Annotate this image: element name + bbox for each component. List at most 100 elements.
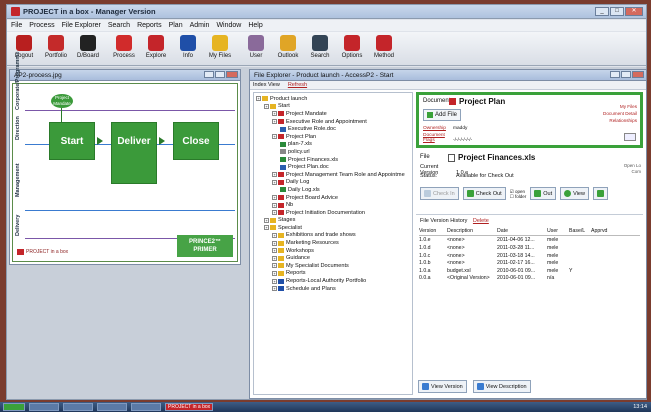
expand-toggle-icon[interactable]: +: [272, 195, 277, 201]
tree-node[interactable]: policy.url: [256, 148, 410, 156]
toolbar-method-button[interactable]: Method: [371, 35, 397, 59]
tree-node[interactable]: plan-7.xls: [256, 141, 410, 149]
maximize-button[interactable]: □: [610, 7, 624, 16]
minimize-button[interactable]: _: [595, 7, 609, 16]
table-row[interactable]: 1.0.e <none> 2011-04-06 12... mele: [419, 237, 640, 245]
toolbar-portfolio-button[interactable]: Portfolio: [43, 35, 69, 59]
tree-node[interactable]: Executive Role.doc: [256, 125, 410, 133]
taskbar-item[interactable]: [29, 403, 59, 411]
toolbar-info-button[interactable]: Info: [175, 35, 201, 59]
start-button[interactable]: [3, 403, 25, 411]
document-detail-link[interactable]: Document Detail: [603, 110, 637, 117]
close-button[interactable]: ✕: [625, 7, 643, 16]
expand-toggle-icon[interactable]: +: [272, 202, 277, 208]
check-out-button[interactable]: Check Out: [462, 187, 506, 200]
start-step[interactable]: Start: [49, 122, 95, 160]
expand-toggle-icon[interactable]: +: [272, 210, 277, 216]
menu-admin[interactable]: Admin: [190, 22, 210, 29]
tree-node[interactable]: + Daily Log: [256, 179, 410, 187]
toolbar-outlook-button[interactable]: Outlook: [275, 35, 301, 59]
taskbar-item[interactable]: [63, 403, 93, 411]
taskbar-item[interactable]: [97, 403, 127, 411]
taskbar-item[interactable]: [131, 403, 161, 411]
document-action-button[interactable]: [624, 133, 636, 141]
explorer-close-button[interactable]: [632, 71, 644, 78]
process-minimize-button[interactable]: [204, 71, 214, 78]
column-header[interactable]: Apprvd: [591, 228, 613, 234]
column-header[interactable]: Date: [497, 228, 547, 234]
table-row[interactable]: 0.0.a <Original Version> 2010-06-01 09... n…: [419, 275, 640, 283]
explorer-minimize-button[interactable]: [610, 71, 620, 78]
table-row[interactable]: 1.0.d <none> 2011-03-28 11... mele: [419, 244, 640, 252]
tree-node[interactable]: + Nb: [256, 201, 410, 209]
process-close-button[interactable]: [226, 71, 238, 78]
tree-node[interactable]: Project Finances.xls: [256, 156, 410, 164]
tree-node[interactable]: + Schedule and Plans: [256, 285, 410, 293]
menu-search[interactable]: Search: [108, 22, 130, 29]
expand-toggle-icon[interactable]: +: [256, 96, 261, 102]
tree-node[interactable]: + Executive Role and Appointment: [256, 118, 410, 126]
tree-node[interactable]: + Workshops: [256, 247, 410, 255]
view-version-button[interactable]: View Version: [418, 380, 467, 393]
my-files-link[interactable]: My Files: [603, 103, 637, 110]
expand-toggle-icon[interactable]: +: [272, 240, 277, 246]
explorer-maximize-button[interactable]: [621, 71, 631, 78]
table-row[interactable]: 1.0.c <none> 2011-03-18 14... mele: [419, 252, 640, 260]
toolbar-d-board-button[interactable]: D/Board: [75, 35, 101, 59]
toolbar-process-button[interactable]: Process: [111, 35, 137, 59]
refresh-link[interactable]: Refresh: [288, 82, 307, 88]
expand-toggle-icon[interactable]: +: [272, 270, 277, 276]
tree-node[interactable]: Daily Log.xls: [256, 186, 410, 194]
expand-toggle-icon[interactable]: +: [272, 232, 277, 238]
toolbar-search-button[interactable]: Search: [307, 35, 333, 59]
relationships-link[interactable]: Relationships: [603, 117, 637, 124]
open-folder-checkboxes[interactable]: ☑ open ☐ folder: [510, 189, 527, 199]
column-header[interactable]: User: [547, 228, 569, 234]
process-maximize-button[interactable]: [215, 71, 225, 78]
deliver-step[interactable]: Deliver: [111, 122, 157, 184]
menu-process[interactable]: Process: [29, 22, 54, 29]
menu-plan[interactable]: Plan: [169, 22, 183, 29]
tree-node[interactable]: + Start: [256, 103, 410, 111]
check-in-button[interactable]: Check In: [420, 187, 459, 200]
add-file-button[interactable]: Add File: [423, 109, 461, 121]
toolbar-my-files-button[interactable]: My Files: [207, 35, 233, 59]
tree-node[interactable]: Project Plan.doc: [256, 163, 410, 171]
expand-toggle-icon[interactable]: +: [272, 286, 277, 292]
menu-help[interactable]: Help: [248, 22, 262, 29]
index-view-toggle[interactable]: Index View: [253, 82, 280, 88]
tree-node[interactable]: + Reports-Local Authority Portfolio: [256, 277, 410, 285]
column-header[interactable]: Description: [447, 228, 497, 234]
table-row[interactable]: 1.0.a budget.xsl 2010-06-01 09... mele Y: [419, 267, 640, 275]
tree-node[interactable]: + Exhibitions and trade shows: [256, 232, 410, 240]
expand-toggle-icon[interactable]: +: [264, 225, 269, 231]
toolbar-explore-button[interactable]: Explore: [143, 35, 169, 59]
tree-node[interactable]: + Project Plan: [256, 133, 410, 141]
expand-toggle-icon[interactable]: +: [272, 255, 277, 261]
expand-toggle-icon[interactable]: +: [264, 103, 269, 109]
tree-node[interactable]: + Project Board Advice: [256, 194, 410, 202]
view-button[interactable]: View: [560, 187, 589, 200]
out-button[interactable]: Out: [530, 187, 557, 200]
column-header[interactable]: Version: [419, 228, 447, 234]
tree-node[interactable]: + Stages: [256, 217, 410, 225]
expand-toggle-icon[interactable]: +: [272, 111, 277, 117]
tree-node[interactable]: + Specialist: [256, 224, 410, 232]
menu-file[interactable]: File: [11, 22, 22, 29]
toolbar-options-button[interactable]: Options: [339, 35, 365, 59]
extra-action-button[interactable]: [592, 187, 608, 200]
expand-toggle-icon[interactable]: +: [272, 179, 277, 185]
tree-node[interactable]: + Project Initiation Documentation: [256, 209, 410, 217]
tree-node[interactable]: + My Specialist Documents: [256, 262, 410, 270]
tree-node[interactable]: + Guidance: [256, 254, 410, 262]
tree-node[interactable]: + Project Management Team Role and Appoin…: [256, 171, 410, 179]
delete-version-link[interactable]: Delete: [473, 218, 489, 224]
tree-node[interactable]: + Project Mandate: [256, 110, 410, 118]
expand-toggle-icon[interactable]: +: [272, 172, 277, 178]
expand-toggle-icon[interactable]: +: [272, 119, 277, 125]
tree-node[interactable]: + Product launch: [256, 95, 410, 103]
taskbar-item-project-in-a-box[interactable]: PROJECT in a box: [165, 403, 214, 411]
tree-node[interactable]: + Marketing Resources: [256, 239, 410, 247]
toolbar-user-button[interactable]: User: [243, 35, 269, 59]
tree-node[interactable]: + Reports: [256, 270, 410, 278]
